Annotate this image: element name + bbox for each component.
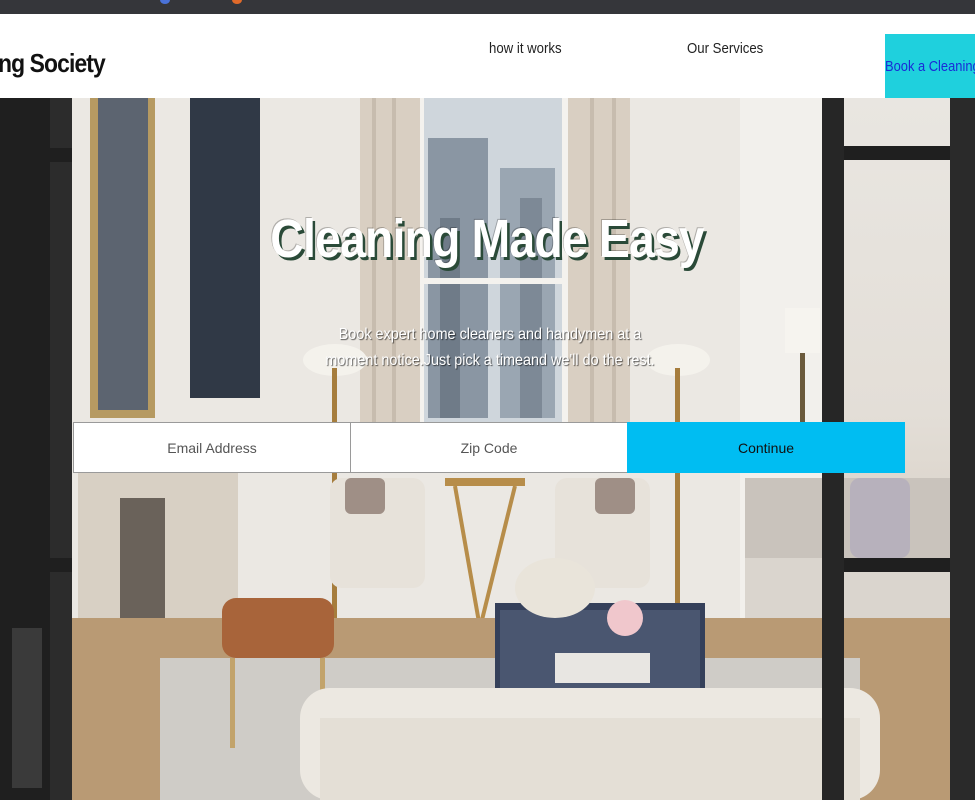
browser-toolbar-strip — [0, 0, 975, 14]
site-header: ng Society how it works Our Services Boo… — [0, 14, 975, 98]
hero-title-text: Cleaning Made Easy — [270, 209, 705, 269]
nav-link-how-it-works[interactable]: how it works — [489, 40, 562, 57]
zip-code-input[interactable] — [350, 422, 628, 473]
hero-subtitle: Book expert home cleaners and handymen a… — [300, 322, 680, 374]
signup-form: Continue — [73, 422, 905, 473]
site-logo-text[interactable]: ng Society — [0, 48, 106, 79]
continue-button[interactable]: Continue — [627, 422, 905, 473]
hero-subtitle-text: Book expert home cleaners and handymen a… — [325, 326, 655, 369]
browser-extension-icon[interactable] — [232, 0, 242, 4]
book-cleaning-label: Book a Cleaning — [885, 57, 975, 75]
book-cleaning-button[interactable]: Book a Cleaning — [885, 34, 975, 98]
nav-link-our-services[interactable]: Our Services — [687, 40, 763, 57]
email-input[interactable] — [73, 422, 351, 473]
browser-extension-icon[interactable] — [160, 0, 170, 4]
hero-section: Cleaning Made Easy Book expert home clea… — [0, 98, 975, 800]
hero-title: Cleaning Made Easy — [0, 208, 975, 270]
